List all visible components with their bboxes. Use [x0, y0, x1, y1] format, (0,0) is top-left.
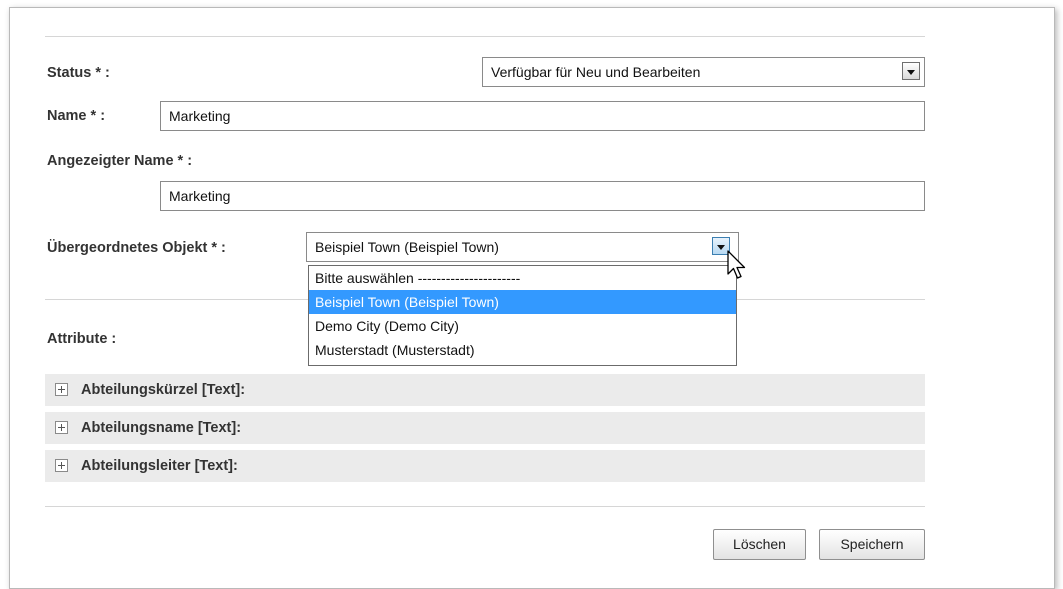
- attribute-label: Abteilungsleiter [Text]:: [81, 458, 238, 474]
- display-name-input[interactable]: Marketing: [160, 181, 925, 211]
- attribute-label: Abteilungsname [Text]:: [81, 420, 242, 436]
- status-select[interactable]: Verfügbar für Neu und Bearbeiten: [482, 57, 925, 87]
- top-divider: [45, 36, 925, 37]
- status-select-value: Verfügbar für Neu und Bearbeiten: [491, 64, 701, 80]
- mouse-pointer-icon: [727, 250, 746, 279]
- chevron-down-icon[interactable]: [902, 62, 920, 80]
- parent-object-select[interactable]: Beispiel Town (Beispiel Town): [306, 232, 739, 262]
- attributes-label: Attribute :: [47, 331, 117, 347]
- expand-plus-icon[interactable]: [55, 421, 68, 434]
- parent-object-dropdown-list[interactable]: Bitte auswählen ---------------------- B…: [308, 265, 737, 366]
- delete-button[interactable]: Löschen: [713, 529, 806, 560]
- expand-plus-icon[interactable]: [55, 383, 68, 396]
- parent-object-select-value: Beispiel Town (Beispiel Town): [315, 239, 499, 255]
- display-name-label: Angezeigter Name * :: [47, 153, 193, 169]
- dropdown-option[interactable]: Musterstadt (Musterstadt): [309, 338, 736, 362]
- parent-object-label: Übergeordnetes Objekt * :: [47, 240, 226, 256]
- dropdown-option[interactable]: Demo City (Demo City): [309, 314, 736, 338]
- save-button[interactable]: Speichern: [819, 529, 925, 560]
- dropdown-option[interactable]: Bitte auswählen ----------------------: [309, 266, 736, 290]
- bottom-divider: [45, 506, 925, 507]
- expand-plus-icon[interactable]: [55, 459, 68, 472]
- name-label: Name * :: [47, 108, 106, 124]
- status-label: Status * :: [47, 65, 110, 81]
- attribute-row-abteilungsleiter[interactable]: Abteilungsleiter [Text]:: [45, 450, 925, 482]
- attribute-label: Abteilungskürzel [Text]:: [81, 382, 246, 398]
- dropdown-option-selected[interactable]: Beispiel Town (Beispiel Town): [309, 290, 736, 314]
- attribute-row-abteilungskuerzel[interactable]: Abteilungskürzel [Text]:: [45, 374, 925, 406]
- attribute-row-abteilungsname[interactable]: Abteilungsname [Text]:: [45, 412, 925, 444]
- name-input[interactable]: Marketing: [160, 101, 925, 131]
